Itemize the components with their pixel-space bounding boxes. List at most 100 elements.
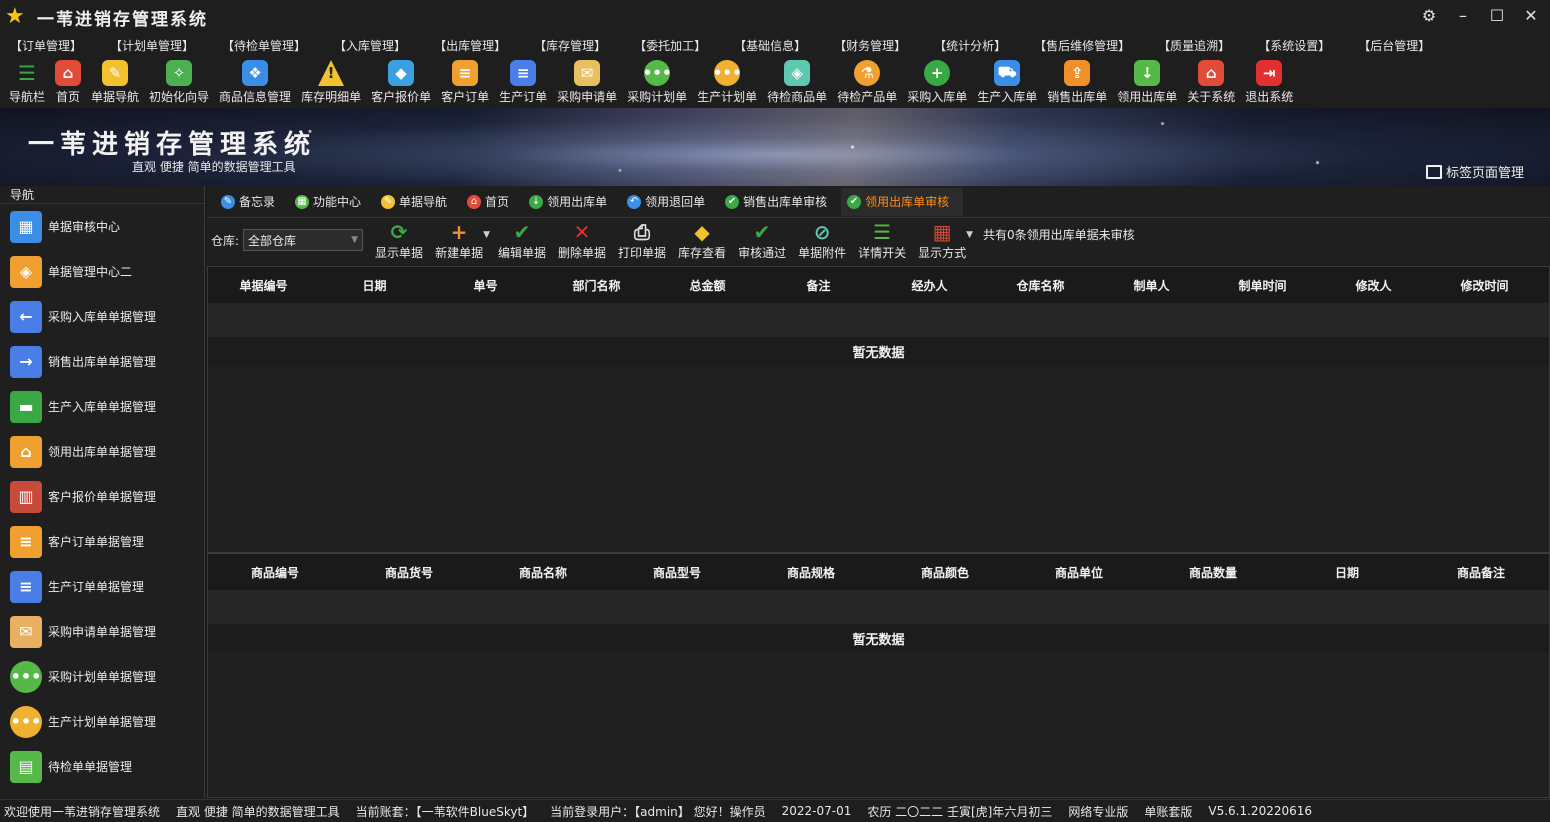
column-header[interactable]: 商品颜色 xyxy=(878,564,1012,581)
sidebar-item[interactable]: ⌂ 领用出库单单据管理 xyxy=(0,429,204,474)
sidebar-item[interactable]: ▤ 待检单单据管理 xyxy=(0,744,204,789)
toolbar-button[interactable]: ✉ 采购申请单 xyxy=(552,56,622,108)
menu-item[interactable]: 【质量追溯】 xyxy=(1158,37,1230,54)
column-header[interactable]: 商品型号 xyxy=(610,564,744,581)
tab[interactable]: ⌂ 首页 xyxy=(461,188,523,216)
toolbar-button-label: 初始化向导 xyxy=(149,90,210,104)
column-header[interactable]: 制单人 xyxy=(1096,277,1207,294)
toolbar-button[interactable]: ≡ 客户订单 xyxy=(436,56,494,108)
toolbar-button[interactable]: ◈ 待检商品单 xyxy=(762,56,832,108)
menu-item[interactable]: 【计划单管理】 xyxy=(110,37,194,54)
menu-item[interactable]: 【待检单管理】 xyxy=(222,37,306,54)
action-button[interactable]: ⟳ 显示单据 xyxy=(369,220,429,261)
maximize-icon[interactable]: ☐ xyxy=(1486,5,1508,27)
column-header[interactable]: 备注 xyxy=(763,277,874,294)
menu-item[interactable]: 【库存管理】 xyxy=(534,37,606,54)
toolbar-button[interactable]: ≡ 生产订单 xyxy=(494,56,552,108)
tab[interactable]: ✎ 单据导航 xyxy=(375,188,461,216)
warehouse-select[interactable]: 全部仓库 ▼ xyxy=(243,229,364,251)
toolbar-button[interactable]: ↓ 领用出库单 xyxy=(1112,56,1182,108)
toolbar-button[interactable]: ⚗ 待检产品单 xyxy=(832,56,902,108)
menu-item[interactable]: 【售后维修管理】 xyxy=(1034,37,1130,54)
dropdown-arrow-icon[interactable]: ▼ xyxy=(966,230,973,240)
menu-item[interactable]: 【财务管理】 xyxy=(834,37,906,54)
tab[interactable]: ✔ 销售出库单审核 xyxy=(719,188,841,216)
tab[interactable]: ▦ 功能中心 xyxy=(289,188,375,216)
action-button[interactable]: ⎙ 打印单据 xyxy=(612,220,672,261)
toolbar-button[interactable]: ⌂ 关于系统 xyxy=(1182,56,1240,108)
action-button[interactable]: + 新建单据 xyxy=(429,220,489,261)
toolbar-button[interactable]: ◆ 客户报价单 xyxy=(366,56,436,108)
menu-item[interactable]: 【统计分析】 xyxy=(934,37,1006,54)
column-header[interactable]: 单据编号 xyxy=(208,277,319,294)
tab[interactable]: ✔ 领用出库单审核 xyxy=(841,187,964,216)
toolbar-button[interactable]: ⇥ 退出系统 xyxy=(1240,56,1298,108)
tab[interactable]: ✎ 备忘录 xyxy=(215,188,289,216)
sidebar-item[interactable]: ▬ 生产入库单单据管理 xyxy=(0,384,204,429)
action-button[interactable]: ⊘ 单据附件 xyxy=(792,220,852,261)
sidebar-item[interactable]: ✉ 采购申请单单据管理 xyxy=(0,609,204,654)
tab[interactable]: ↓ 领用出库单 xyxy=(523,188,621,216)
action-button[interactable]: ✕ 删除单据 xyxy=(552,220,612,261)
action-label: 库存查看 xyxy=(678,245,727,260)
column-header[interactable]: 总金额 xyxy=(652,277,763,294)
column-header[interactable]: 商品货号 xyxy=(342,564,476,581)
toolbar-button[interactable]: ••• 采购计划单 xyxy=(622,56,692,108)
toolbar-button[interactable]: ! 库存明细单 xyxy=(296,56,366,108)
column-header[interactable]: 部门名称 xyxy=(541,277,652,294)
sidebar-item[interactable]: ≡ 生产订单单据管理 xyxy=(0,564,204,609)
toolbar-button[interactable]: ✧ 初始化向导 xyxy=(144,56,214,108)
status-date: 2022-07-01 xyxy=(781,804,852,818)
toolbar-button[interactable]: ❖ 商品信息管理 xyxy=(214,56,296,108)
column-header[interactable]: 商品数量 xyxy=(1146,564,1280,581)
column-header[interactable]: 修改人 xyxy=(1318,277,1429,294)
column-header[interactable]: 商品名称 xyxy=(476,564,610,581)
sidebar-item[interactable]: ••• 采购计划单单据管理 xyxy=(0,654,204,699)
tag-page-manager-button[interactable]: 标签页面管理 xyxy=(1425,162,1524,181)
toolbar-button[interactable]: ••• 生产计划单 xyxy=(692,56,762,108)
settings-icon[interactable]: ⚙ xyxy=(1418,5,1440,27)
toolbar-button-label: 领用出库单 xyxy=(1117,90,1178,104)
column-header[interactable]: 商品备注 xyxy=(1414,564,1548,581)
column-header[interactable]: 日期 xyxy=(1280,564,1414,581)
column-header[interactable]: 商品规格 xyxy=(744,564,878,581)
menu-item[interactable]: 【基础信息】 xyxy=(734,37,806,54)
toolbar-button[interactable]: ⇪ 销售出库单 xyxy=(1042,56,1112,108)
toolbar-button[interactable]: ⌂ 首页 xyxy=(50,56,86,108)
menu-item[interactable]: 【后台管理】 xyxy=(1358,37,1430,54)
menu-item[interactable]: 【系统设置】 xyxy=(1258,37,1330,54)
column-header[interactable]: 商品编号 xyxy=(208,564,342,581)
sidebar-item[interactable]: ← 采购入库单单据管理 xyxy=(0,294,204,339)
dropdown-arrow-icon[interactable]: ▼ xyxy=(483,230,490,240)
column-header[interactable]: 商品单位 xyxy=(1012,564,1146,581)
column-header[interactable]: 仓库名称 xyxy=(985,277,1096,294)
sidebar-item[interactable]: ▥ 客户报价单单据管理 xyxy=(0,474,204,519)
action-button[interactable]: ▦ 显示方式 xyxy=(912,220,972,261)
menu-item[interactable]: 【入库管理】 xyxy=(334,37,406,54)
action-button[interactable]: ✔ 编辑单据 xyxy=(492,220,552,261)
column-header[interactable]: 单号 xyxy=(430,277,541,294)
action-button[interactable]: ☰ 详情开关 xyxy=(852,220,912,261)
column-header[interactable]: 经办人 xyxy=(874,277,985,294)
column-header[interactable]: 日期 xyxy=(319,277,430,294)
menu-item[interactable]: 【委托加工】 xyxy=(634,37,706,54)
sidebar-item[interactable]: ••• 生产计划单单据管理 xyxy=(0,699,204,744)
action-button[interactable]: ✔ 审核通过 xyxy=(732,220,792,261)
toolbar-button[interactable]: ⛟ 生产入库单 xyxy=(972,56,1042,108)
sidebar-item[interactable]: ◈ 单据管理中心二 xyxy=(0,249,204,294)
sidebar-item[interactable]: → 销售出库单单据管理 xyxy=(0,339,204,384)
menu-item[interactable]: 【订单管理】 xyxy=(10,37,82,54)
toolbar-button[interactable]: ☰ 导航栏 xyxy=(4,56,50,108)
toolbar-button[interactable]: + 采购入库单 xyxy=(902,56,972,108)
menu-item[interactable]: 【出库管理】 xyxy=(434,37,506,54)
column-header[interactable]: 修改时间 xyxy=(1429,277,1540,294)
sidebar-item[interactable]: ▦ 单据审核中心 xyxy=(0,204,204,249)
toolbar-button[interactable]: ✎ 单据导航 xyxy=(86,56,144,108)
action-button[interactable]: ◆ 库存查看 xyxy=(672,220,732,261)
tab[interactable]: ↶ 领用退回单 xyxy=(621,188,719,216)
close-icon[interactable]: ✕ xyxy=(1520,5,1542,27)
sidebar-item[interactable]: ≡ 客户订单单据管理 xyxy=(0,519,204,564)
minimize-icon[interactable]: – xyxy=(1452,5,1474,27)
envelope-icon: ✉ xyxy=(574,60,601,86)
column-header[interactable]: 制单时间 xyxy=(1207,277,1318,294)
